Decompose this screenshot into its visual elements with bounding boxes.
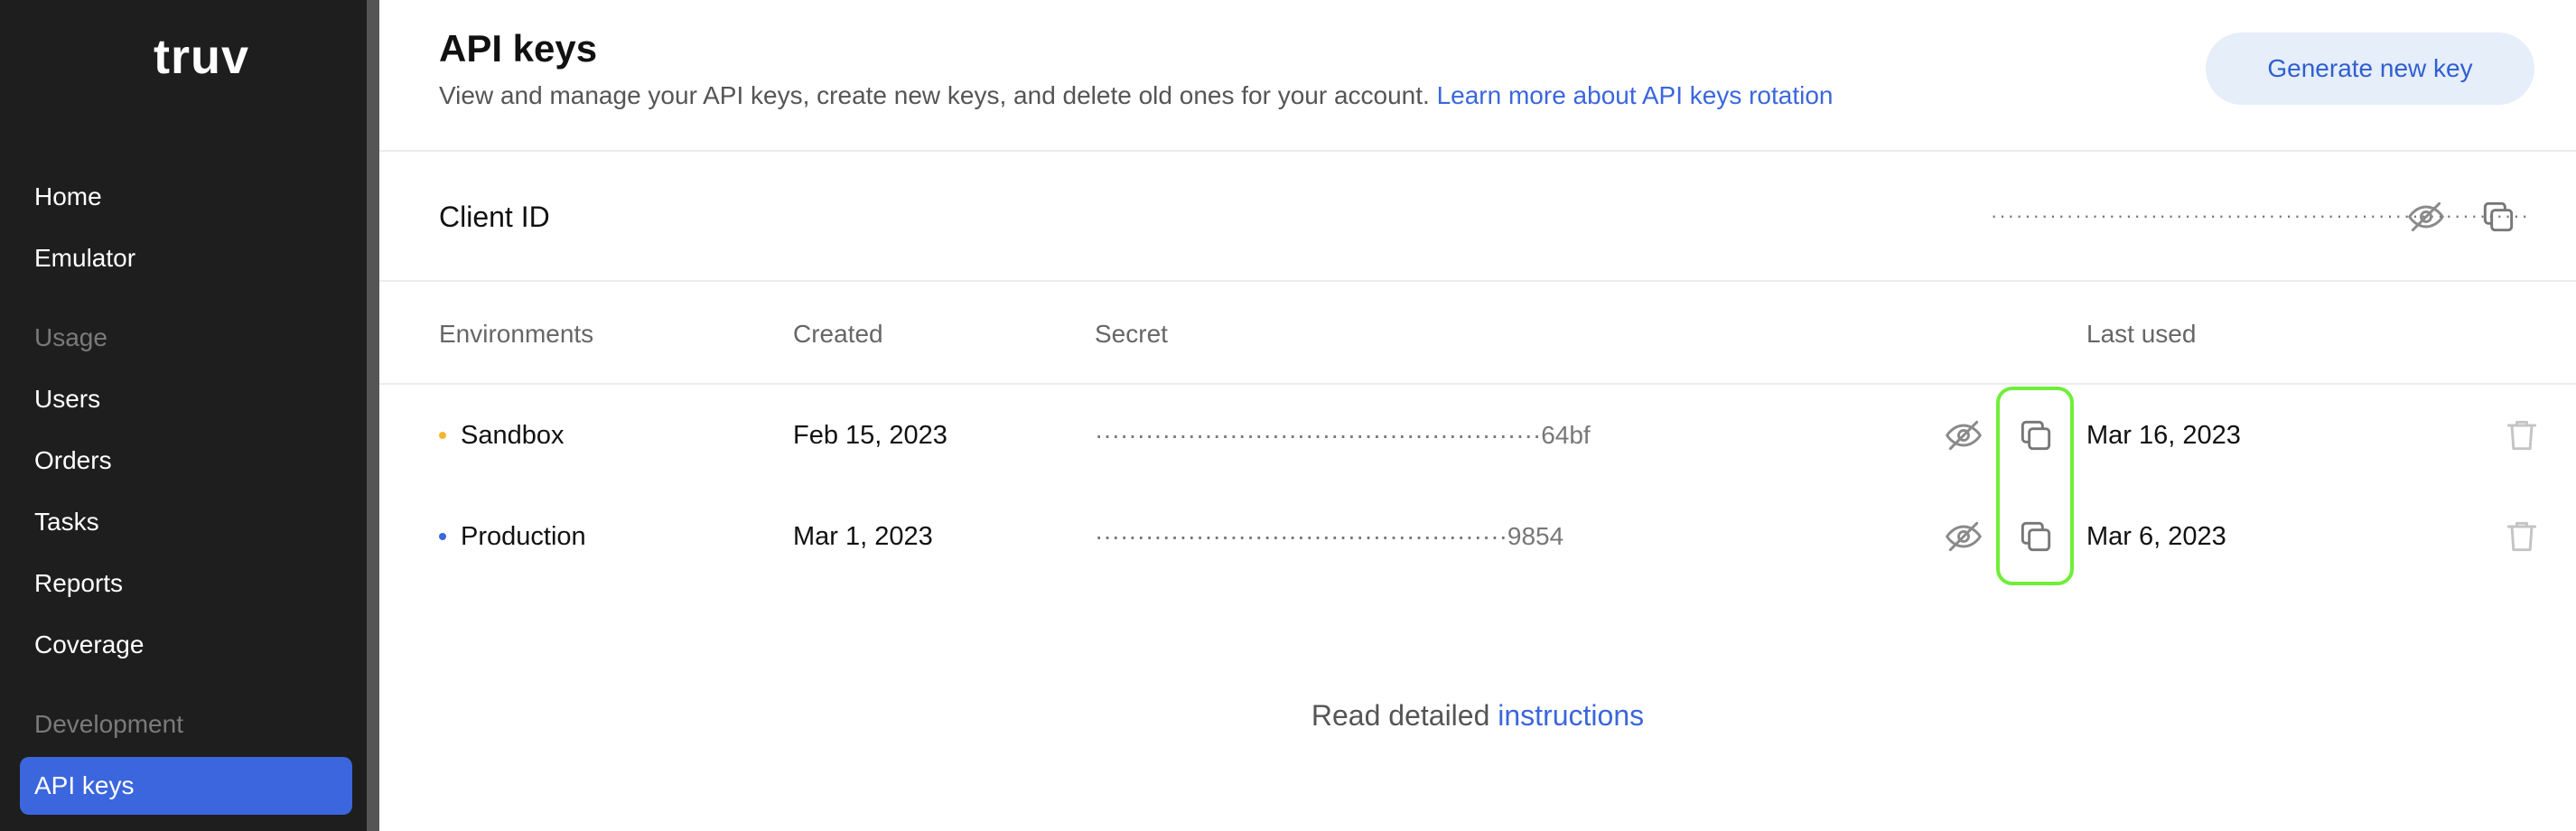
environment-dot bbox=[439, 533, 446, 540]
page-description: View and manage your API keys, create ne… bbox=[439, 81, 1834, 110]
divider bbox=[379, 383, 2576, 385]
sidebar-item-tasks[interactable]: Tasks bbox=[34, 504, 99, 540]
page-title: API keys bbox=[439, 27, 598, 70]
secret-value: ········································… bbox=[1095, 518, 1563, 555]
secret-value: ········································… bbox=[1095, 417, 1591, 453]
environment-name: Sandbox bbox=[461, 421, 565, 450]
sidebar-item-reports[interactable]: Reports bbox=[34, 565, 123, 602]
last-used-date: Mar 16, 2023 bbox=[2086, 421, 2241, 450]
copy-icon[interactable] bbox=[2478, 197, 2518, 237]
environment-dot bbox=[439, 432, 446, 439]
last-used-date: Mar 6, 2023 bbox=[2086, 522, 2226, 551]
footer-instructions: Read detailed instructions bbox=[379, 699, 2576, 733]
trash-icon[interactable] bbox=[2502, 517, 2542, 556]
secret-mask: ········································… bbox=[1095, 522, 1507, 550]
eye-off-icon[interactable] bbox=[2406, 197, 2446, 237]
secret-suffix: 9854 bbox=[1507, 522, 1564, 550]
eye-off-icon[interactable] bbox=[1944, 416, 1983, 455]
api-keys-rotation-link[interactable]: Learn more about API keys rotation bbox=[1437, 81, 1834, 109]
sidebar-section-development: Development bbox=[34, 710, 183, 738]
secret-mask: ········································… bbox=[1095, 421, 1542, 449]
sidebar-item-api-keys[interactable]: API keys bbox=[20, 757, 352, 815]
sidebar-section-usage: Usage bbox=[34, 323, 107, 351]
sidebar-item-users[interactable]: Users bbox=[34, 381, 100, 417]
sidebar-item-label: API keys bbox=[34, 771, 135, 799]
created-date: Feb 15, 2023 bbox=[793, 421, 947, 450]
column-header-created: Created bbox=[793, 320, 883, 348]
truv-logo[interactable]: truv bbox=[154, 29, 249, 85]
sidebar-item-emulator[interactable]: Emulator bbox=[34, 240, 135, 276]
sidebar-divider bbox=[367, 0, 379, 831]
secret-suffix: 64bf bbox=[1541, 421, 1591, 449]
main-content: API keys View and manage your API keys, … bbox=[379, 0, 2576, 831]
instructions-link[interactable]: instructions bbox=[1498, 699, 1644, 732]
client-id-masked-value: ········································… bbox=[1991, 204, 2530, 227]
column-header-environments: Environments bbox=[439, 320, 594, 348]
eye-off-icon[interactable] bbox=[1944, 517, 1983, 556]
column-header-secret: Secret bbox=[1095, 320, 1168, 348]
description-text: View and manage your API keys, create ne… bbox=[439, 81, 1437, 109]
generate-new-key-button[interactable]: Generate new key bbox=[2206, 33, 2534, 105]
sidebar-item-home[interactable]: Home bbox=[34, 179, 102, 215]
divider bbox=[379, 280, 2576, 282]
client-id-label: Client ID bbox=[439, 201, 550, 233]
column-header-last-used: Last used bbox=[2086, 320, 2197, 348]
footer-text: Read detailed bbox=[1311, 699, 1498, 732]
copy-column-highlight bbox=[1996, 387, 2074, 585]
sidebar: truv Home Emulator Usage Users Orders Ta… bbox=[0, 0, 367, 831]
sidebar-item-coverage[interactable]: Coverage bbox=[34, 627, 144, 663]
trash-icon[interactable] bbox=[2502, 416, 2542, 455]
created-date: Mar 1, 2023 bbox=[793, 522, 933, 551]
environment-name: Production bbox=[461, 522, 586, 551]
divider bbox=[379, 150, 2576, 152]
sidebar-item-orders[interactable]: Orders bbox=[34, 443, 112, 479]
